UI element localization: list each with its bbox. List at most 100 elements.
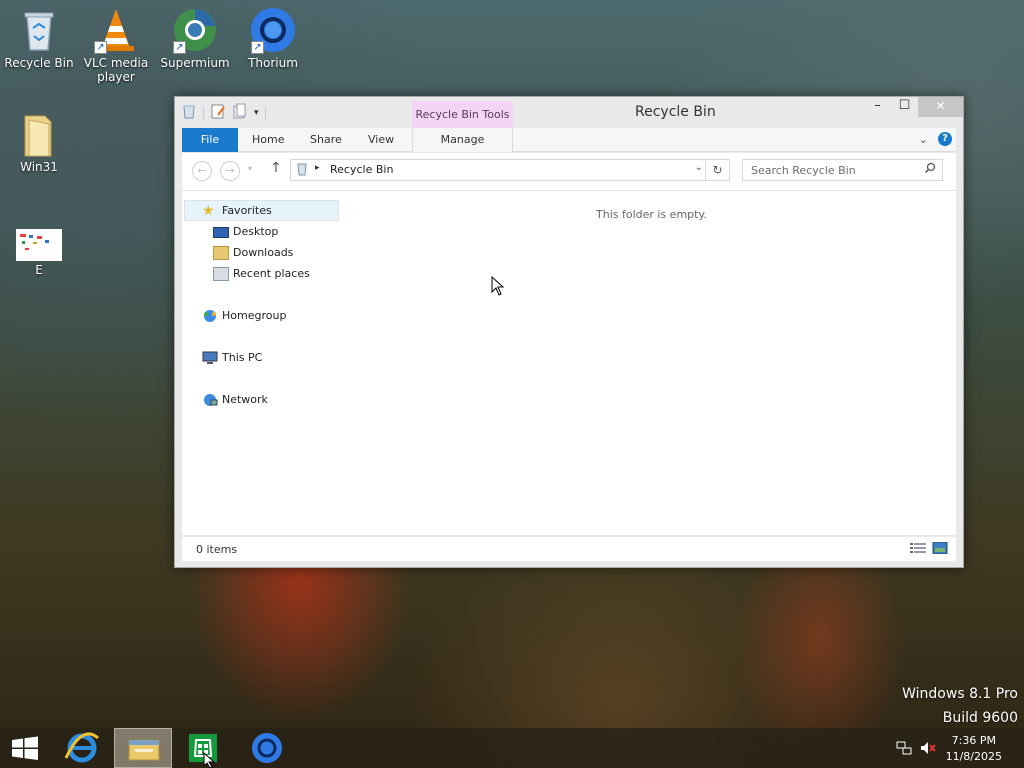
- nav-item-label: Desktop: [233, 225, 279, 238]
- mouse-cursor-icon: [491, 275, 505, 299]
- nav-item-network[interactable]: Network: [202, 390, 268, 410]
- nav-item-this-pc[interactable]: This PC: [202, 348, 262, 368]
- nav-item-label: Recent places: [233, 267, 310, 280]
- qat-divider: [203, 105, 204, 120]
- recycle-bin-small-icon: [295, 162, 309, 179]
- thorium-icon: ↗: [249, 6, 297, 54]
- desktop-icon-label: Recycle Bin: [4, 56, 74, 70]
- context-tab-recycle-bin-tools: Recycle Bin Tools: [412, 101, 513, 128]
- computer-icon: [202, 351, 218, 365]
- item-count: 0 items: [196, 543, 238, 556]
- help-icon[interactable]: ?: [938, 132, 952, 146]
- large-icons-view-icon[interactable]: [932, 541, 948, 555]
- windows-logo-icon: [12, 736, 38, 760]
- nav-item-desktop[interactable]: Desktop: [213, 222, 278, 242]
- watermark-edition: Windows 8.1 Pro: [902, 686, 1018, 702]
- ribbon-tabs: File Home Share View Manage ⌄ ?: [182, 128, 956, 152]
- breadcrumb-separator-icon[interactable]: ▸: [315, 163, 320, 173]
- shortcut-arrow-icon: ↗: [173, 41, 186, 54]
- tab-file[interactable]: File: [182, 128, 238, 152]
- properties-icon[interactable]: [210, 103, 226, 122]
- desktop-icon-vlc[interactable]: ↗ VLC media player: [78, 6, 154, 84]
- taskbar-internet-explorer[interactable]: [58, 728, 106, 768]
- close-button[interactable]: ✕: [918, 97, 963, 117]
- ribbon-right-controls: ⌄ ?: [919, 132, 952, 146]
- nav-item-homegroup[interactable]: Homegroup: [202, 306, 286, 326]
- forward-button[interactable]: →: [220, 161, 240, 181]
- taskbar-thorium[interactable]: [244, 728, 290, 768]
- title-bar[interactable]: ▾ Recycle Bin Tools Recycle Bin – ☐ ✕: [175, 97, 963, 128]
- vlc-icon: ↗: [92, 6, 140, 54]
- expand-ribbon-icon[interactable]: ⌄: [919, 133, 928, 146]
- nav-item-label: Downloads: [233, 246, 294, 259]
- view-buttons: [910, 541, 948, 555]
- taskbar: 7:36 PM 11/8/2025: [0, 728, 1024, 768]
- system-tray: 7:36 PM 11/8/2025: [894, 728, 1024, 768]
- homegroup-icon: [202, 309, 218, 323]
- status-bar: 0 items: [182, 537, 956, 561]
- back-button[interactable]: ←: [192, 161, 212, 181]
- thorium-icon: [252, 733, 282, 763]
- file-explorer-icon: [128, 739, 160, 761]
- tab-view[interactable]: View: [368, 128, 394, 152]
- nav-item-recent-places[interactable]: Recent places: [213, 264, 310, 284]
- window-controls: – ☐ ✕: [864, 97, 963, 117]
- internet-explorer-icon: [64, 732, 99, 763]
- qat-dropdown-icon[interactable]: ▾: [254, 108, 259, 118]
- up-arrow-icon[interactable]: ↑: [270, 160, 282, 176]
- downloads-folder-icon: [213, 246, 229, 260]
- tab-share[interactable]: Share: [310, 128, 342, 152]
- navigation-pane: ★ Favorites Desktop Downloads Recent plac…: [182, 191, 342, 535]
- empty-folder-message: This folder is empty.: [596, 208, 707, 221]
- clock-date: 11/8/2025: [945, 750, 1002, 763]
- recent-locations-icon[interactable]: ▾: [248, 164, 252, 173]
- tab-manage[interactable]: Manage: [412, 128, 513, 152]
- maximize-button[interactable]: ☐: [891, 97, 918, 117]
- quick-access-toolbar: ▾: [181, 103, 266, 122]
- navigation-bar: ← → ▾ ↑ ▸ Recycle Bin ⌄ ↻ Search Recycle…: [182, 153, 956, 191]
- desktop-icon-thorium[interactable]: ↗ Thorium: [235, 6, 311, 70]
- search-input[interactable]: Search Recycle Bin: [751, 164, 856, 177]
- refresh-icon[interactable]: ↻: [705, 160, 729, 180]
- desktop-icon: [213, 226, 229, 238]
- network-icon: [202, 393, 218, 407]
- search-icon[interactable]: [924, 162, 936, 177]
- desktop-icon-supermium[interactable]: ↗ Supermium: [157, 6, 233, 70]
- watermark-build: Build 9600: [942, 710, 1018, 726]
- star-icon: ★: [202, 203, 215, 219]
- supermium-icon: ↗: [171, 6, 219, 54]
- search-box[interactable]: Search Recycle Bin: [742, 159, 943, 181]
- desktop-icon-label: Supermium: [160, 56, 230, 70]
- window-title: Recycle Bin: [635, 104, 716, 120]
- breadcrumb[interactable]: Recycle Bin: [330, 163, 393, 176]
- new-folder-icon[interactable]: [232, 103, 248, 122]
- image-file-icon: [16, 229, 62, 261]
- nav-item-favorites[interactable]: ★ Favorites: [202, 201, 272, 221]
- desktop-icon-e[interactable]: E: [1, 229, 77, 277]
- shortcut-arrow-icon: ↗: [94, 41, 107, 54]
- volume-muted-icon[interactable]: [920, 740, 936, 759]
- clock-time: 7:36 PM: [951, 734, 996, 747]
- desktop-icon-win31[interactable]: Win31: [1, 110, 77, 174]
- address-bar[interactable]: ▸ Recycle Bin ⌄ ↻: [290, 159, 730, 181]
- start-button[interactable]: [4, 728, 46, 768]
- address-dropdown-icon[interactable]: ⌄: [695, 162, 703, 173]
- details-view-icon[interactable]: [910, 542, 926, 554]
- nav-item-downloads[interactable]: Downloads: [213, 243, 293, 263]
- recycle-bin-icon: [15, 6, 63, 54]
- shortcut-arrow-icon: ↗: [251, 41, 264, 54]
- taskbar-mouse-cursor-icon: [203, 751, 216, 768]
- qat-divider: [264, 105, 266, 120]
- clock[interactable]: 7:36 PM 11/8/2025: [946, 733, 1002, 765]
- desktop-icon-label: Thorium: [248, 56, 298, 70]
- network-status-icon[interactable]: [896, 740, 912, 759]
- nav-item-label: This PC: [222, 351, 263, 364]
- windows-watermark: Windows 8.1 Pro Build 9600: [902, 682, 1018, 730]
- explorer-window[interactable]: ▾ Recycle Bin Tools Recycle Bin – ☐ ✕ Fi…: [174, 96, 964, 568]
- desktop-icon-recycle-bin[interactable]: Recycle Bin: [1, 6, 77, 70]
- tab-home[interactable]: Home: [252, 128, 284, 152]
- recent-places-icon: [213, 267, 229, 281]
- desktop-icon-label: VLC media player: [83, 56, 149, 84]
- minimize-button[interactable]: –: [864, 97, 891, 117]
- taskbar-file-explorer[interactable]: [114, 728, 172, 768]
